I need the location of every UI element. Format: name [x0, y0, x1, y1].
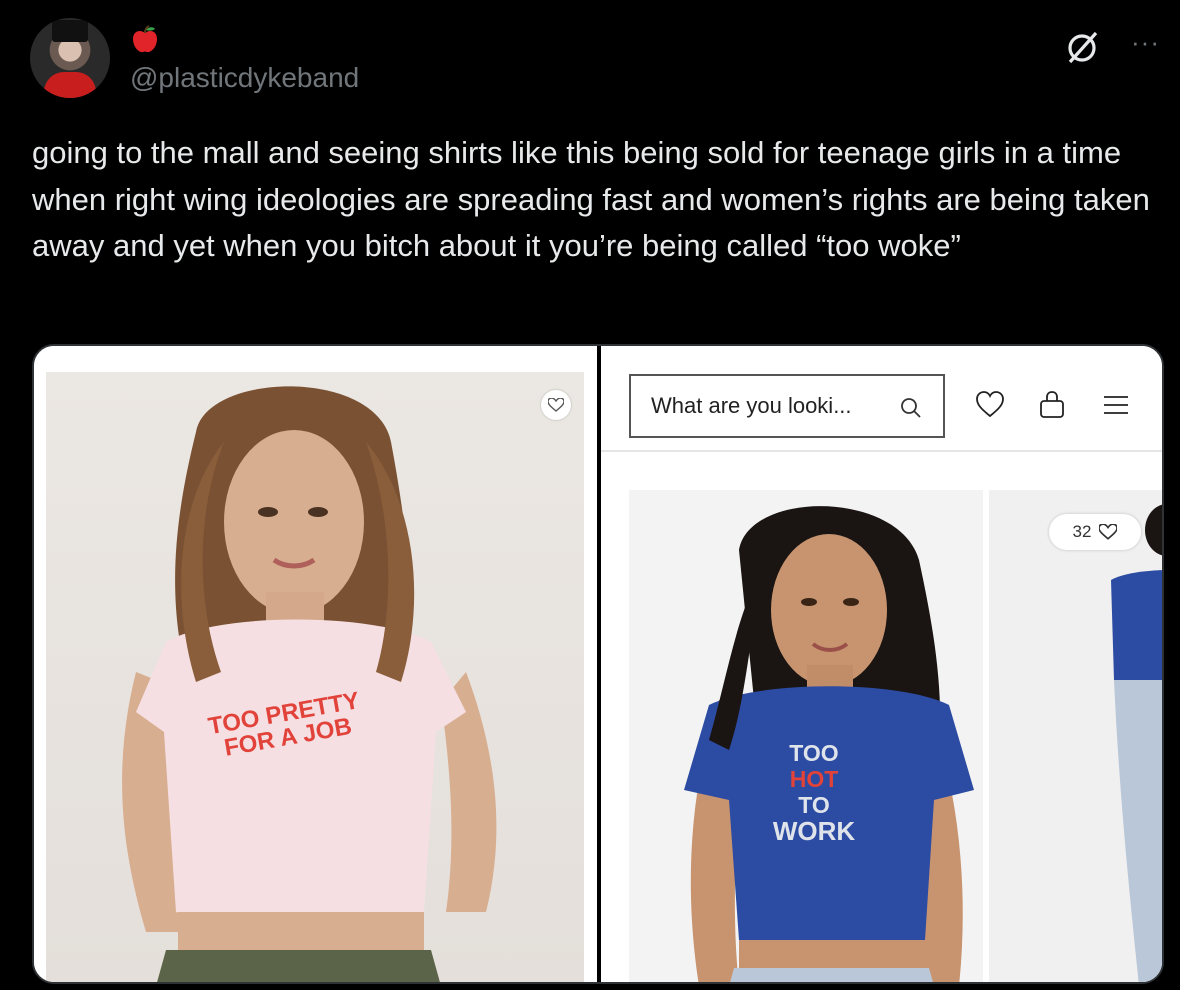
search-icon[interactable] [899, 396, 923, 420]
shirt-slogan-blue: TOO HOT TO WORK [729, 740, 899, 844]
shirt-slogan-word-3: TO [798, 792, 830, 818]
store-search-input[interactable] [651, 393, 887, 419]
product-photo-blue-shirt[interactable]: TOO HOT TO WORK [629, 490, 983, 982]
store-search-box[interactable] [629, 374, 945, 438]
model-illustration-left [122, 386, 497, 982]
tweet-media[interactable]: TOO PRETTY FOR A JOB What are you looki.… [32, 344, 1164, 984]
shirt-slogan-word-1: TOO [789, 740, 839, 766]
heart-icon[interactable] [975, 390, 1005, 420]
avatar-hat [52, 20, 88, 42]
grok-icon[interactable] [1064, 30, 1100, 66]
avatar[interactable] [30, 18, 110, 98]
avatar-shirt [44, 72, 96, 98]
product-photo-pink-shirt[interactable]: TOO PRETTY FOR A JOB [46, 372, 584, 982]
menu-icon[interactable] [1101, 390, 1131, 420]
heart-icon [548, 398, 564, 412]
red-apple-icon [133, 25, 157, 53]
heart-icon [1099, 524, 1118, 540]
model-illustration-right [1111, 504, 1162, 982]
store-header-divider [601, 450, 1162, 452]
media-right-panel[interactable]: TOO HOT TO WORK 32 [601, 346, 1162, 982]
tweet-text: going to the mall and seeing shirts like… [32, 135, 1150, 263]
product-photo-partial[interactable]: 32 [989, 490, 1162, 982]
tweet-header: @plasticdykeband ··· [30, 18, 1160, 108]
wishlist-button[interactable] [541, 390, 571, 420]
shirt-slogan-word-2: HOT [789, 766, 839, 792]
media-left-panel[interactable]: TOO PRETTY FOR A JOB [34, 346, 597, 982]
shopping-bag-icon[interactable] [1037, 390, 1067, 420]
author-handle[interactable]: @plasticdykeband [130, 62, 359, 94]
like-count-pill[interactable]: 32 [1049, 514, 1141, 550]
shirt-slogan-word-4: WORK [772, 816, 856, 846]
display-name-row[interactable] [130, 22, 160, 56]
like-count: 32 [1072, 522, 1092, 541]
more-icon[interactable]: ··· [1131, 29, 1160, 55]
model-illustration-mid [684, 506, 974, 982]
